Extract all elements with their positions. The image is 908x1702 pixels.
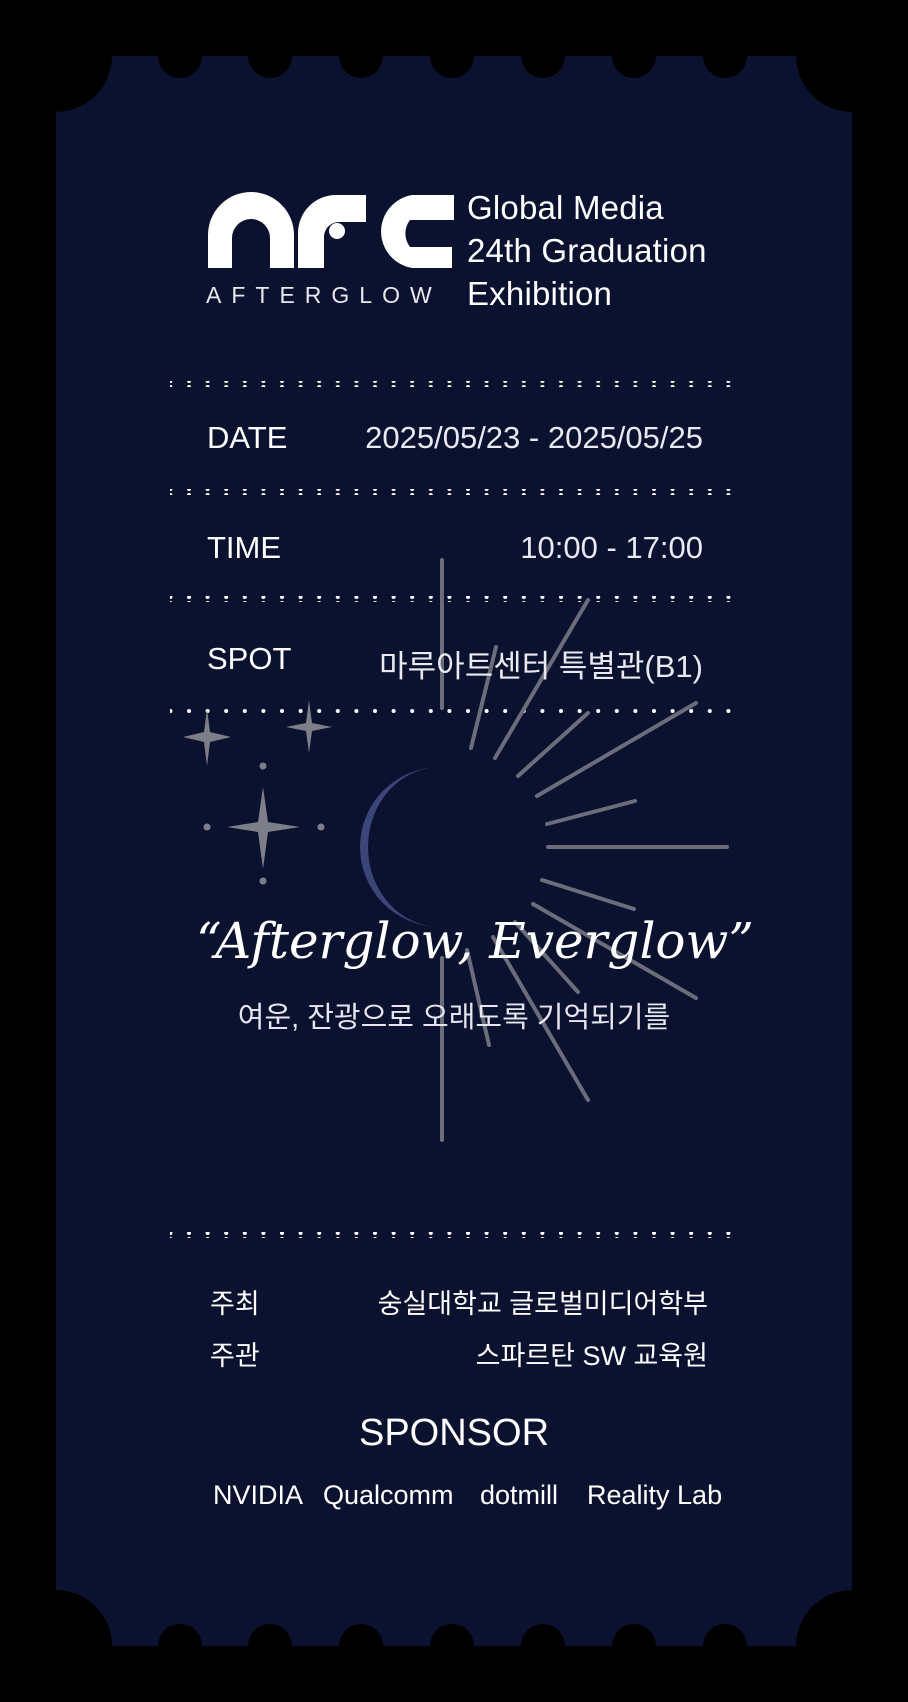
host-value: 숭실대학교 글로벌미디어학부 — [377, 1289, 708, 1319]
sponsor-qualcomm: Qualcomm — [323, 1480, 454, 1510]
tagline-subtitle: 여운, 잔광으로 오래도록 기억되기를 — [237, 1002, 671, 1034]
logo-subtitle: AFTERGLOW — [206, 282, 442, 308]
exhibition-title-line: 24th Graduation — [467, 232, 707, 269]
organizer-label: 주관 — [210, 1341, 260, 1371]
close-quote-mark: ” — [728, 912, 754, 970]
open-quote-mark: “ — [196, 912, 216, 970]
tagline-text: Afterglow, Everglow — [215, 912, 729, 970]
organizer-value: 스파르탄 SW 교육원 — [475, 1341, 708, 1371]
sponsor-dotmill: dotmill — [480, 1480, 559, 1510]
time-label: TIME — [207, 530, 282, 565]
sponsor-title: SPONSOR — [358, 1412, 550, 1454]
tagline-quote: “Afterglow, Everglow” — [196, 912, 754, 970]
date-value: 2025/05/23 - 2025/05/25 — [365, 420, 703, 455]
sponsor-nvidia: NVIDIA — [213, 1480, 304, 1510]
host-label: 주최 — [210, 1289, 260, 1319]
exhibition-title-line: Global Media — [467, 189, 664, 226]
time-value: 10:00 - 17:00 — [520, 530, 703, 565]
exhibition-title: Global Media 24th Graduation Exhibition — [467, 186, 767, 315]
exhibition-title-line: Exhibition — [467, 275, 613, 312]
sponsor-reality-lab: Reality Lab — [587, 1480, 723, 1510]
date-label: DATE — [207, 420, 288, 455]
spot-label: SPOT — [207, 641, 292, 676]
spot-value: 마루아트센터 특별관(B1) — [379, 649, 703, 684]
